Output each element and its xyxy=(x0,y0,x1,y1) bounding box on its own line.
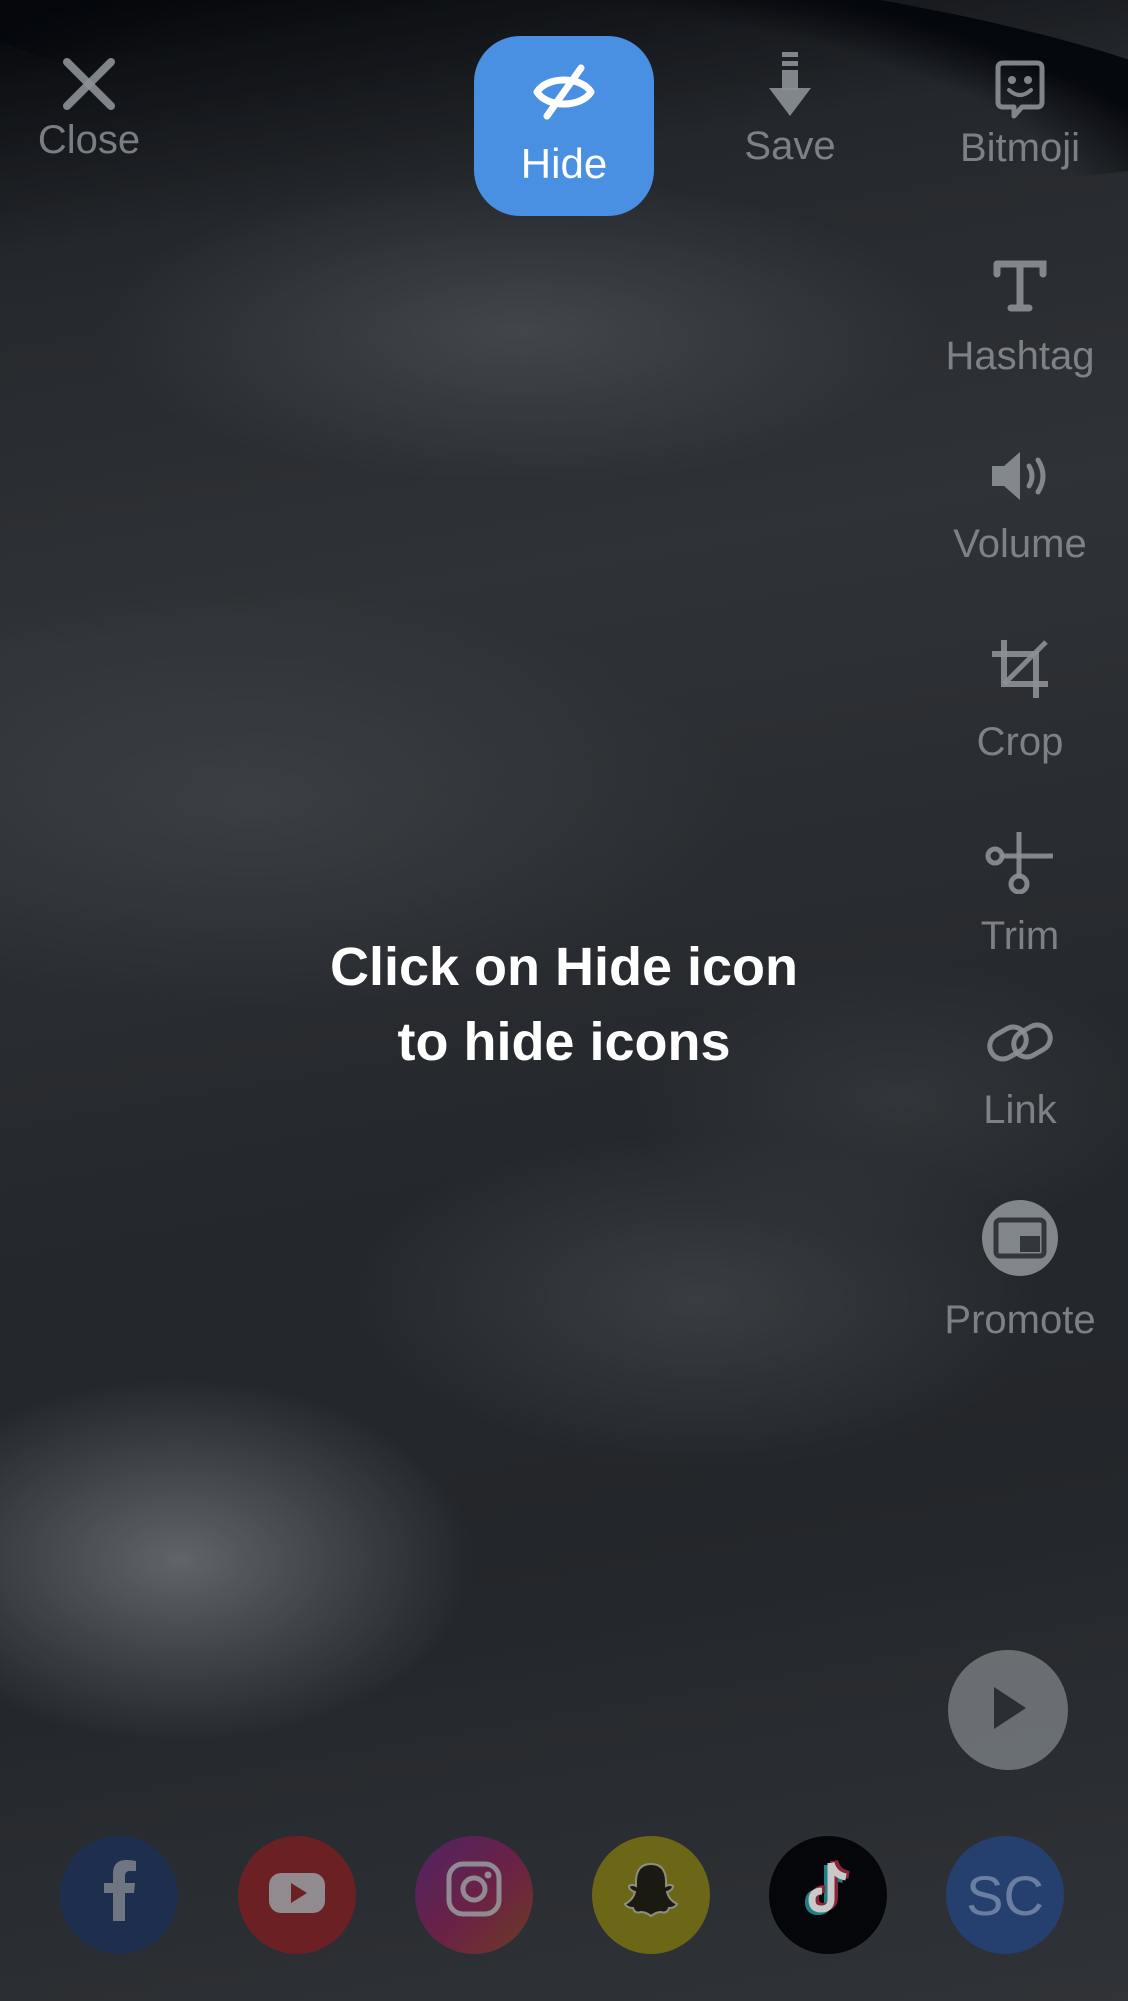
close-button[interactable]: Close xyxy=(34,56,144,160)
hide-hint-text: Click on Hide icon to hide icons xyxy=(0,930,1128,1080)
crop-icon xyxy=(990,638,1050,710)
bitmoji-label: Bitmoji xyxy=(959,126,1081,170)
soundcloud-share-button[interactable]: SC xyxy=(946,1836,1064,1954)
tiktok-share-button[interactable] xyxy=(769,1836,887,1954)
volume-button[interactable]: Volume xyxy=(940,450,1100,567)
hint-line-1: Click on Hide icon xyxy=(329,937,799,997)
speaker-icon xyxy=(988,450,1052,512)
volume-label: Volume xyxy=(953,522,1087,566)
instagram-share-button[interactable] xyxy=(415,1836,533,1954)
hide-label: Hide xyxy=(520,140,608,187)
share-bar: SC xyxy=(0,1836,1128,1956)
tiktok-icon xyxy=(798,1857,858,1934)
editor-screen: Close Hide Save Bitmoji Hashtag Volume C… xyxy=(0,0,1128,2001)
hashtag-label: Hashtag xyxy=(945,334,1095,378)
snapchat-ghost-icon xyxy=(621,1860,681,1931)
hide-button[interactable]: Hide xyxy=(474,36,654,216)
crop-button[interactable]: Crop xyxy=(940,638,1100,765)
crop-label: Crop xyxy=(976,720,1064,764)
eye-slash-icon xyxy=(529,64,599,130)
download-icon xyxy=(765,50,815,118)
promote-icon xyxy=(980,1198,1060,1288)
close-label: Close xyxy=(37,118,141,162)
link-label: Link xyxy=(983,1088,1057,1132)
hint-line-2: to hide icons xyxy=(397,1012,731,1072)
close-icon xyxy=(61,56,117,112)
bitmoji-icon xyxy=(992,60,1048,120)
save-button[interactable]: Save xyxy=(740,50,840,166)
play-button[interactable] xyxy=(948,1650,1068,1770)
save-label: Save xyxy=(744,124,836,168)
bitmoji-button[interactable]: Bitmoji xyxy=(950,60,1090,168)
sc-label: SC xyxy=(966,1863,1044,1927)
facebook-share-button[interactable] xyxy=(60,1836,178,1954)
promote-button[interactable]: Promote xyxy=(940,1198,1100,1343)
instagram-icon xyxy=(445,1860,503,1931)
snapchat-share-button[interactable] xyxy=(592,1836,710,1954)
text-t-icon xyxy=(993,258,1047,324)
trim-icon xyxy=(985,830,1055,904)
facebook-icon xyxy=(101,1857,137,1934)
promote-label: Promote xyxy=(944,1298,1096,1342)
youtube-share-button[interactable] xyxy=(238,1836,356,1954)
hashtag-button[interactable]: Hashtag xyxy=(940,258,1100,379)
play-icon xyxy=(988,1685,1028,1736)
youtube-icon xyxy=(267,1863,327,1928)
